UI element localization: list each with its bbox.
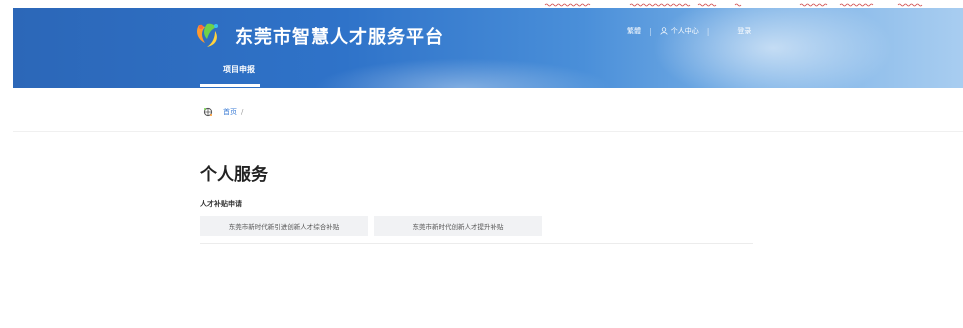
page-title: 个人服务 bbox=[200, 165, 268, 185]
divider bbox=[13, 131, 963, 132]
spellcheck-underline-decoration bbox=[544, 3, 923, 7]
active-tab-indicator bbox=[200, 84, 260, 87]
site-title: 东莞市智慧人才服务平台 bbox=[235, 27, 444, 48]
user-center-label: 个人中心 bbox=[670, 27, 699, 35]
breadcrumb: 首页 / bbox=[203, 105, 243, 119]
globe-icon bbox=[203, 107, 213, 117]
header-cloud-decoration bbox=[643, 8, 903, 88]
section-title: 人才补贴申请 bbox=[200, 200, 242, 208]
site-header: 东莞市智慧人才服务平台 繁體 | 个人中心 | 登录 项目申报 bbox=[13, 8, 963, 88]
separator: | bbox=[706, 26, 710, 36]
user-icon bbox=[660, 27, 668, 35]
top-utility-bar: 繁體 | 个人中心 | 登录 bbox=[627, 25, 751, 37]
section-divider bbox=[200, 243, 753, 244]
user-center-link[interactable]: 个人中心 bbox=[660, 26, 699, 36]
language-toggle-link[interactable]: 繁體 bbox=[627, 26, 641, 36]
login-link[interactable]: 登录 bbox=[737, 26, 751, 36]
service-button-talent-upgrade-subsidy[interactable]: 东莞市新时代创新人才提升补贴 bbox=[374, 216, 542, 236]
service-button-new-talent-subsidy[interactable]: 东莞市新时代新引进创新人才综合补贴 bbox=[200, 216, 368, 236]
breadcrumb-home-link[interactable]: 首页 bbox=[223, 107, 237, 117]
header-cloud-decoration bbox=[313, 58, 613, 88]
breadcrumb-separator: / bbox=[241, 108, 244, 116]
site-logo-icon[interactable] bbox=[193, 21, 221, 49]
separator: | bbox=[649, 26, 652, 36]
nav-tab-project-application[interactable]: 项目申报 bbox=[223, 64, 255, 75]
